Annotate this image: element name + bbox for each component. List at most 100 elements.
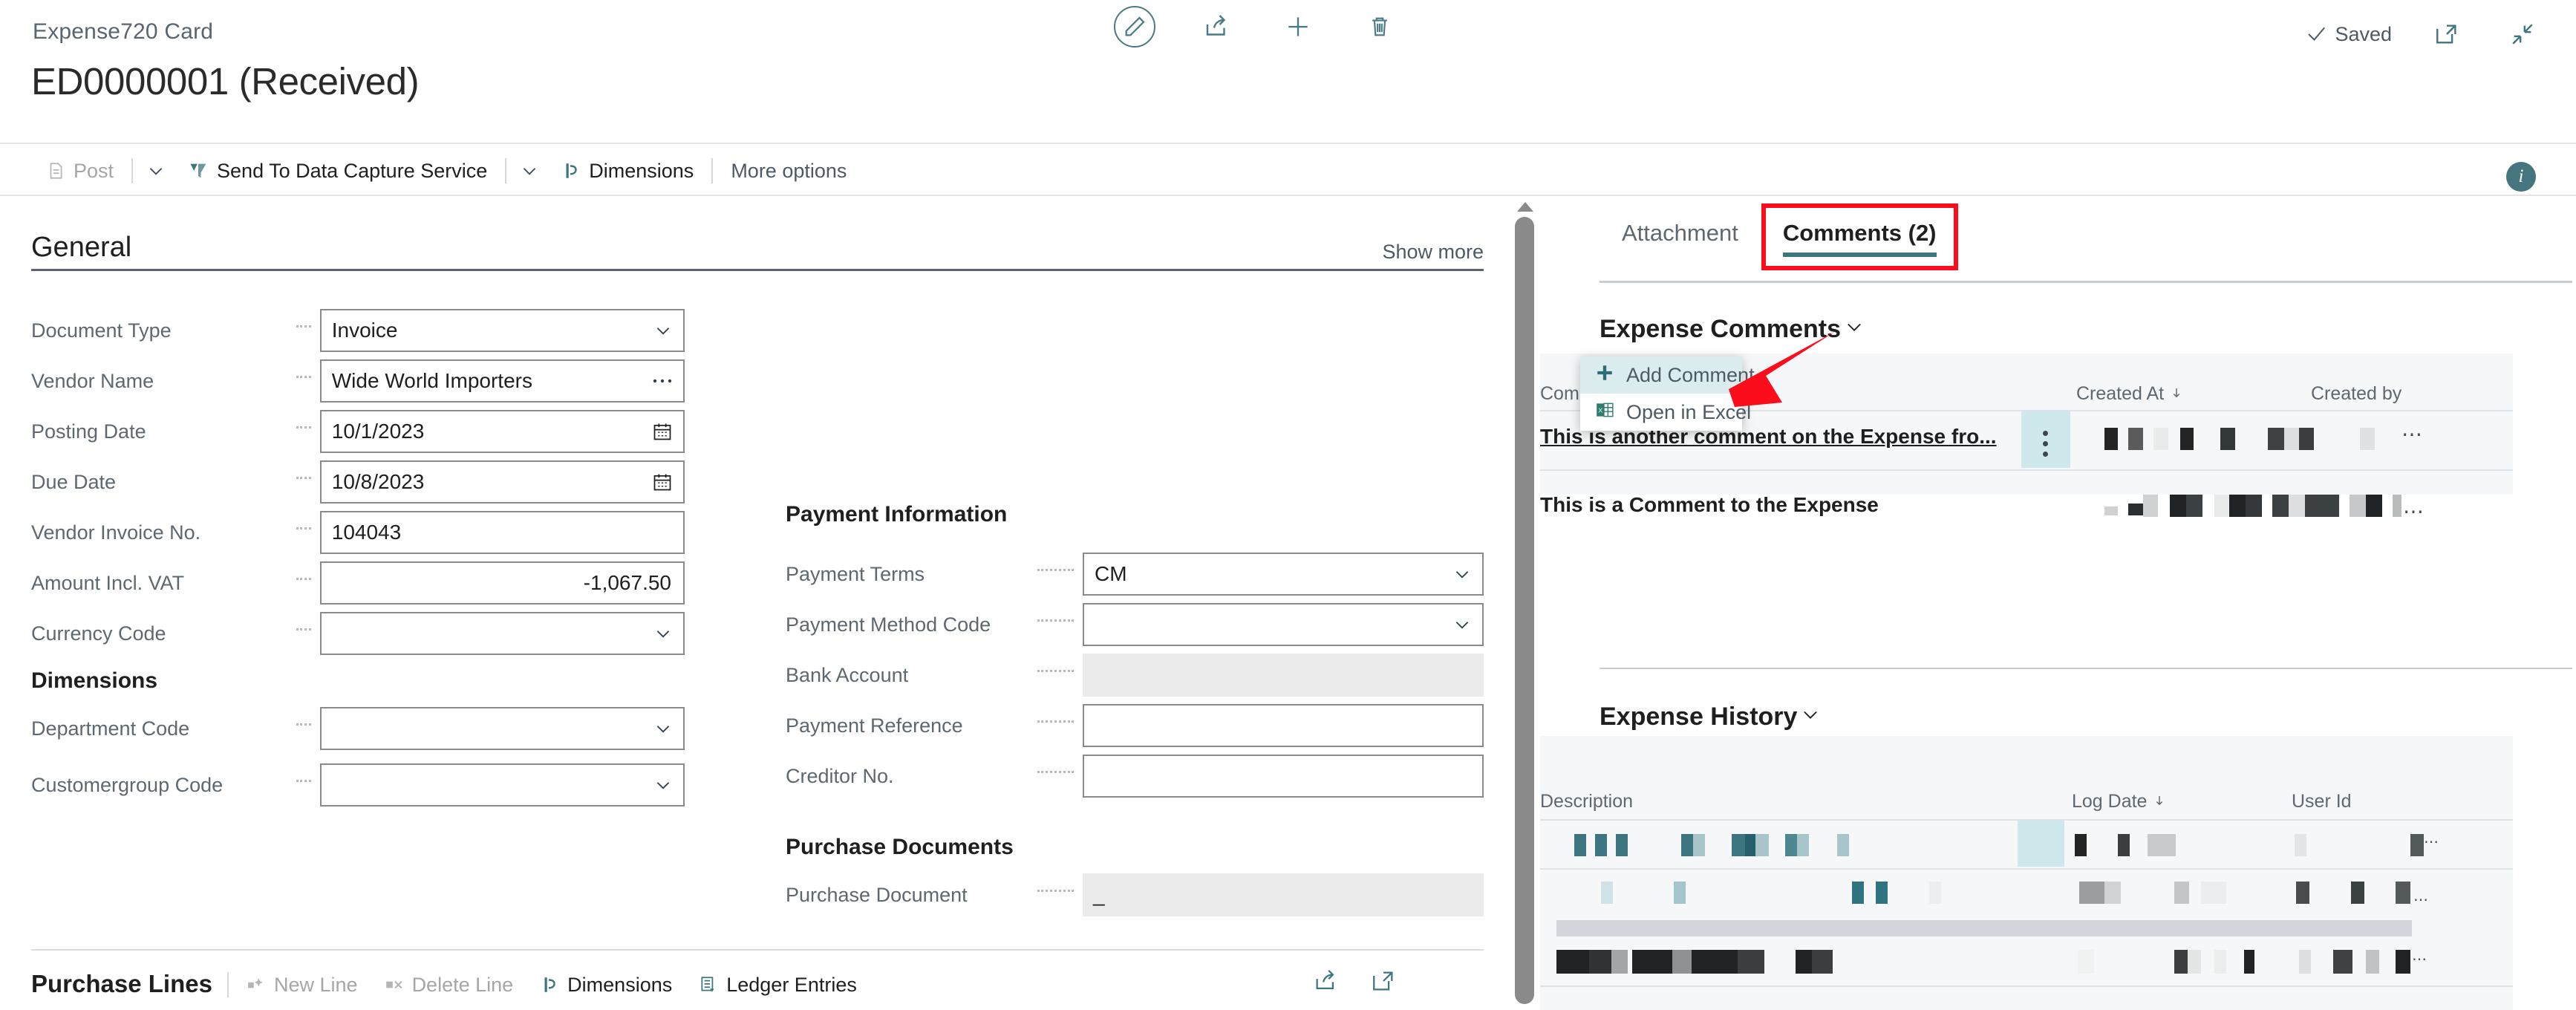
amount-incl-vat-input[interactable]: -1,067.50	[319, 561, 685, 605]
tab-attachment[interactable]: Attachment	[1600, 220, 1761, 261]
excel-icon: X	[1595, 400, 1614, 425]
leader-dots	[296, 628, 311, 631]
column-header-log-date[interactable]: Log Date	[2072, 791, 2166, 812]
field-label: Payment Reference	[786, 714, 963, 737]
scroll-up-arrow-icon[interactable]	[1517, 202, 1533, 212]
chevron-down-icon[interactable]	[653, 775, 673, 795]
delete-line-button[interactable]: Delete Line	[371, 968, 527, 1001]
creditor-no-input[interactable]	[1083, 755, 1484, 798]
calendar-icon[interactable]	[652, 421, 673, 442]
vendor-name-input[interactable]: Wide World Importers	[319, 359, 685, 403]
scrollbar-thumb[interactable]	[1515, 217, 1534, 1004]
row-overflow-ellipsis[interactable]: ⋯	[2424, 833, 2440, 851]
menu-item-add-comment[interactable]: Add Comment	[1580, 356, 1755, 394]
chevron-down-icon[interactable]	[1452, 615, 1472, 634]
dimensions-button[interactable]: Dimensions	[548, 154, 707, 187]
row-overflow-ellipsis[interactable]: ⋯	[2403, 499, 2425, 524]
top-bar: Expense720 Card Saved	[0, 0, 2576, 65]
post-chevron-down-icon[interactable]	[137, 154, 175, 187]
edit-pencil-icon[interactable]	[1114, 6, 1155, 48]
payment-method-code-input[interactable]	[1083, 603, 1484, 646]
share-icon[interactable]	[1313, 968, 1338, 997]
redacted-block	[1616, 834, 1628, 856]
send-to-data-capture-service-button[interactable]: Send To Data Capture Service	[175, 154, 500, 187]
leader-dots	[1037, 720, 1074, 723]
expense-history-group-title[interactable]: Expense History	[1600, 703, 1821, 732]
chevron-down-icon[interactable]	[1800, 703, 1821, 732]
tab-comments[interactable]: Comments (2)	[1761, 203, 1959, 270]
info-icon[interactable]: i	[2506, 162, 2536, 192]
menu-item-label: Open in Excel	[1626, 400, 1752, 423]
post-button[interactable]: Post	[33, 154, 127, 187]
payment-terms-input[interactable]: CM	[1083, 553, 1484, 596]
redacted-block	[2180, 428, 2194, 450]
redacted-block	[2333, 950, 2352, 974]
column-header-created-at[interactable]: Created At	[2076, 383, 2183, 405]
posting-date-input[interactable]: 10/1/2023	[319, 410, 685, 453]
chevron-down-icon[interactable]	[653, 719, 673, 738]
redacted-block	[1755, 834, 1769, 856]
column-header-created-by[interactable]: Created by	[2311, 383, 2401, 405]
redacted-block	[1796, 950, 1812, 974]
dimensions-subsection-title: Dimensions	[31, 668, 158, 693]
due-date-input[interactable]: 10/8/2023	[319, 460, 685, 504]
post-label: Post	[74, 159, 114, 182]
field-value: 104043	[331, 521, 402, 544]
purchase-lines-icon-actions	[1313, 968, 1396, 997]
saved-status: Saved	[2305, 23, 2392, 46]
expense-comments-group-title[interactable]: Expense Comments	[1600, 315, 1865, 344]
section-divider	[31, 269, 1484, 271]
column-header-description[interactable]: Description	[1540, 791, 1633, 812]
table-row[interactable]: This is a Comment to the Expense	[1540, 493, 1879, 517]
ledger-entries-icon	[699, 975, 718, 994]
field-posting-date: Posting Date 10/1/2023	[31, 410, 685, 453]
chevron-down-icon[interactable]	[653, 321, 673, 340]
redacted-block	[2246, 495, 2262, 517]
table-row-divider	[1540, 469, 2513, 471]
currency-code-input[interactable]	[319, 612, 685, 655]
customergroup-code-input[interactable]	[319, 763, 685, 807]
more-options-button[interactable]: More options	[717, 160, 860, 183]
breadcrumb[interactable]: Expense720 Card	[33, 19, 213, 45]
document-type-input[interactable]: Invoice	[319, 309, 685, 352]
purchase-lines-bar: Purchase Lines New Line Delete Line Dime…	[0, 960, 1515, 1010]
menu-item-open-in-excel[interactable]: X Open in Excel	[1580, 394, 1751, 431]
redacted-block	[2351, 882, 2364, 904]
chevron-down-icon[interactable]	[653, 624, 673, 643]
purchase-lines-divider	[31, 949, 1484, 951]
row-overflow-ellipsis[interactable]: ⋯	[2413, 890, 2430, 909]
payment-reference-input[interactable]	[1083, 704, 1484, 747]
minimize-icon[interactable]	[2502, 13, 2543, 55]
redacted-block	[1738, 950, 1764, 974]
share-icon[interactable]	[1196, 6, 1237, 48]
lookup-ellipsis-icon[interactable]	[652, 377, 673, 385]
new-line-button[interactable]: New Line	[233, 968, 371, 1001]
redacted-block	[1693, 834, 1705, 856]
purchase-lines-dimensions-button[interactable]: Dimensions	[526, 968, 685, 1001]
column-header-user-id[interactable]: User Id	[2292, 791, 2352, 812]
field-label: Purchase Document	[786, 883, 968, 906]
open-in-new-window-icon[interactable]	[1371, 968, 1396, 997]
plus-icon[interactable]	[1277, 6, 1319, 48]
ledger-entries-button[interactable]: Ledger Entries	[685, 968, 870, 1001]
row-actions-kebab-icon[interactable]	[2042, 431, 2048, 457]
redacted-block	[1745, 834, 1755, 856]
department-code-input[interactable]	[319, 707, 685, 750]
chevron-down-icon[interactable]	[1844, 315, 1865, 344]
row-overflow-ellipsis[interactable]: ⋯	[2401, 422, 2424, 446]
vendor-invoice-no-input[interactable]: 104043	[319, 511, 685, 554]
redacted-block	[2188, 950, 2201, 974]
history-horizontal-scrollbar[interactable]	[1556, 920, 2412, 936]
redacted-block	[2214, 950, 2226, 974]
calendar-icon[interactable]	[652, 472, 673, 492]
left-pane-scrollbar[interactable]	[1512, 198, 1537, 1010]
send-chevron-down-icon[interactable]	[511, 154, 548, 187]
row-overflow-ellipsis[interactable]: ⋯	[2412, 950, 2428, 968]
redacted-block	[2201, 882, 2226, 904]
redacted-block	[2128, 504, 2143, 515]
chevron-down-icon[interactable]	[1452, 564, 1472, 584]
purchase-lines-dimensions-label: Dimensions	[567, 973, 673, 996]
trash-icon[interactable]	[1359, 6, 1401, 48]
show-more-link[interactable]: Show more	[1382, 241, 1484, 264]
open-in-new-window-icon[interactable]	[2426, 13, 2468, 55]
